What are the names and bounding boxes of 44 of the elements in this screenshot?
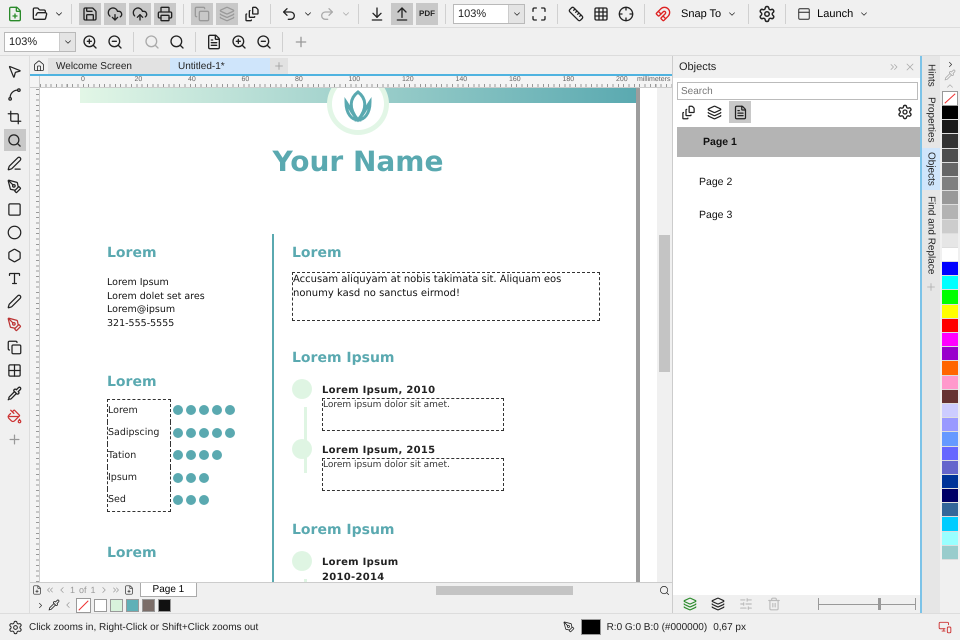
document-tab[interactable]: Untitled-1*	[170, 58, 270, 74]
document-tab[interactable]: Welcome Screen	[48, 58, 170, 74]
entry-title: Lorem Ipsum, 2010	[322, 384, 436, 398]
page-tab[interactable]: Page 1	[140, 583, 198, 597]
contact-line: Lorem Ipsum	[107, 276, 170, 290]
about-text: Accusam aliquyam at nobis takimata sit. Aliquam eos nonumy kasd no sanctus eirmod!	[292, 272, 600, 321]
zoom-dropdown[interactable]: 103%	[453, 4, 525, 24]
pdf-button[interactable]: PDF	[416, 2, 438, 24]
entry-text: Lorem ipsum dolor sit amet.	[322, 458, 504, 491]
section-heading: Lorem	[107, 544, 158, 562]
launch-dropdown[interactable]: Launch	[793, 2, 874, 24]
outline-color: R:0 G:0 B:0 (#000000)	[606, 622, 708, 632]
section-heading: Lorem	[292, 244, 343, 262]
skill-name: Ipsum	[107, 466, 171, 489]
contact-line: Lorem dolet set ares	[107, 290, 206, 303]
docker-tab[interactable]: Objects	[922, 148, 940, 190]
contact-line: 321-555-5555	[107, 316, 176, 330]
page-count-label: of	[79, 585, 87, 595]
skill-name: Lorem	[107, 399, 171, 422]
page-count: 1	[90, 585, 96, 595]
page-number: 1	[70, 585, 76, 595]
docker-tab[interactable]: Find and Replace	[922, 192, 940, 279]
skill-name: Sadipscing	[107, 422, 171, 444]
section-heading: Lorem	[107, 373, 158, 391]
entry-dates: 2010-2014	[322, 571, 386, 582]
snap-to-dropdown[interactable]: Snap To	[677, 2, 742, 24]
zoom-dropdown[interactable]: 103%	[4, 32, 76, 52]
docker-tab[interactable]: Hints	[922, 60, 940, 91]
section-heading: Lorem	[107, 244, 158, 262]
entry-title: Lorem Ipsum, 2015	[322, 444, 436, 458]
status-hint: Click zooms in, Right-Click or Shift+Click zooms out	[29, 622, 258, 632]
page-list-item[interactable]: Page 1	[677, 127, 920, 157]
entry-title: Lorem Ipsum	[322, 556, 399, 570]
section-heading: Lorem Ipsum	[292, 349, 396, 367]
search-field[interactable]: Search	[677, 82, 918, 100]
docker-tab[interactable]: Properties	[922, 92, 940, 146]
resume-name: Your Name	[271, 145, 444, 178]
skill-name: Sed	[107, 489, 171, 512]
panel-title: Objects	[679, 61, 718, 73]
section-heading: Lorem Ipsum	[292, 521, 396, 539]
outline-width: 0,67 px	[713, 622, 746, 632]
skill-name: Tation	[107, 444, 171, 466]
contact-line: Lorem@ipsum	[107, 303, 176, 316]
entry-text: Lorem ipsum dolor sit amet.	[322, 398, 504, 431]
